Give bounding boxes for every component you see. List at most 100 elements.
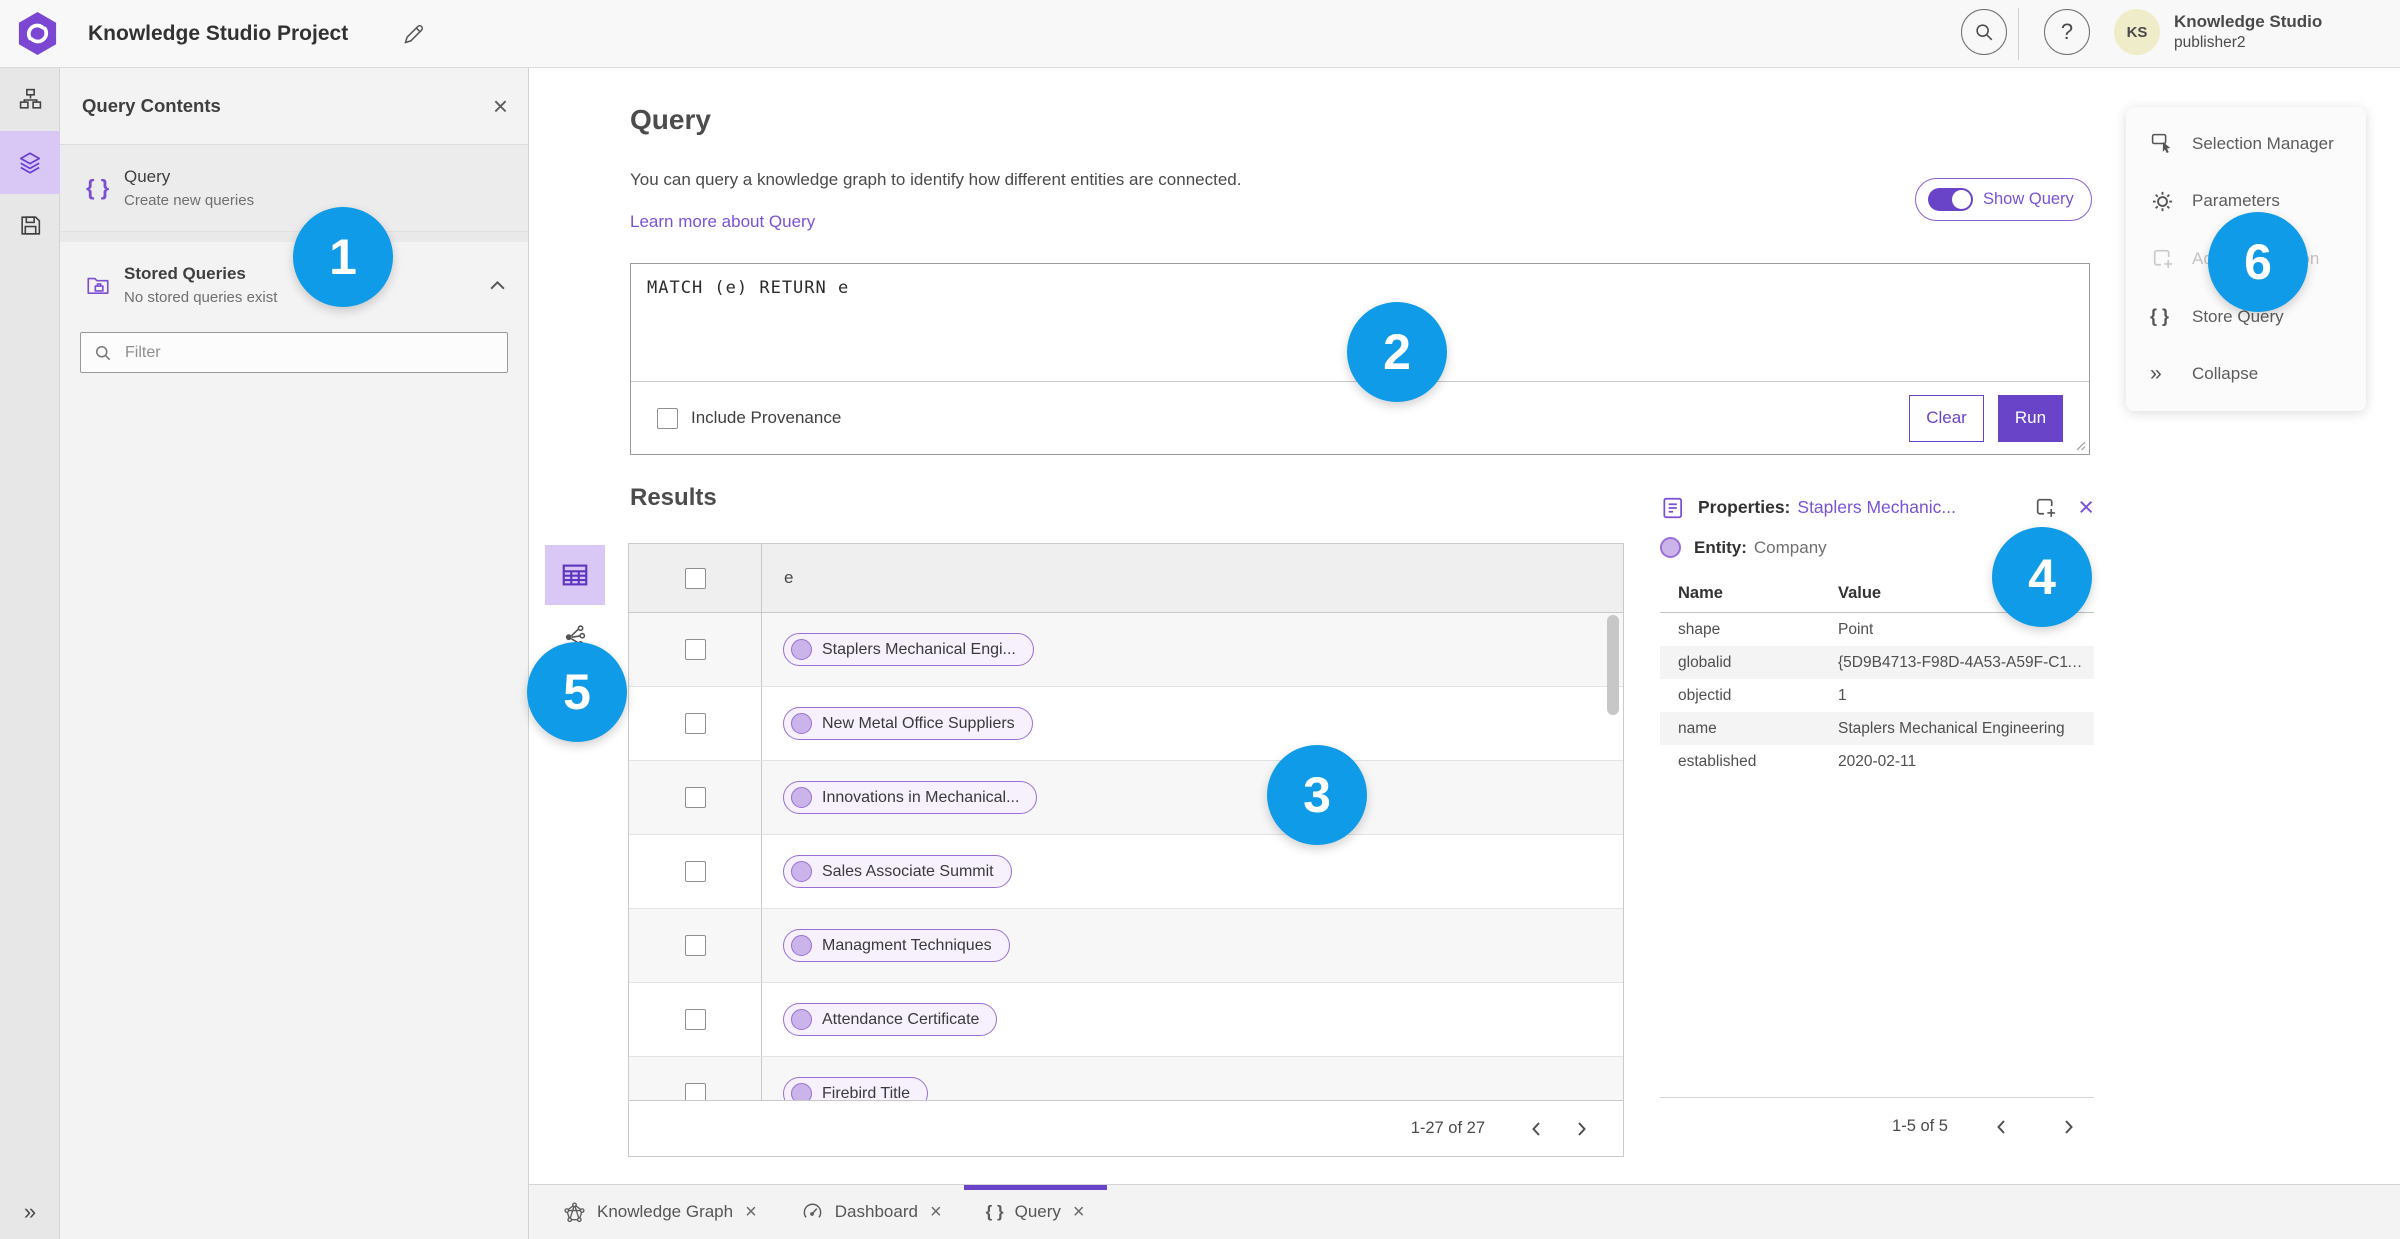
tab-query[interactable]: { } Query × xyxy=(964,1185,1107,1239)
row-checkbox[interactable] xyxy=(684,639,706,660)
properties-entity-link[interactable]: Staplers Mechanic... xyxy=(1797,497,1956,518)
toggle-switch[interactable] xyxy=(1928,188,1973,211)
table-scrollbar[interactable] xyxy=(1607,615,1619,715)
query-item-subtitle: Create new queries xyxy=(124,192,255,209)
app-logo-icon[interactable] xyxy=(14,10,61,57)
entity-chip-label: New Metal Office Suppliers xyxy=(822,714,1015,732)
filter-input[interactable] xyxy=(123,342,495,363)
entity-dot-icon xyxy=(791,1083,812,1100)
tab-knowledge-graph[interactable]: Knowledge Graph × xyxy=(541,1185,779,1239)
tab-label: Knowledge Graph xyxy=(597,1202,734,1221)
query-description: You can query a knowledge graph to ident… xyxy=(630,170,1242,189)
entity-dot-icon xyxy=(791,787,812,808)
table-row: Attendance Certificate xyxy=(629,983,1623,1057)
close-tab-icon[interactable]: × xyxy=(745,1202,757,1222)
clear-button[interactable]: Clear xyxy=(1909,394,1984,442)
results-prev-page-button[interactable] xyxy=(1515,1111,1559,1147)
entity-chip[interactable]: Firebird Title xyxy=(783,1077,929,1100)
run-button[interactable]: Run xyxy=(1998,394,2063,442)
row-checkbox[interactable] xyxy=(684,787,706,808)
collapse-chevrons-icon: » xyxy=(2150,362,2162,386)
section-gap xyxy=(60,232,528,242)
entity-chip[interactable]: Managment Techniques xyxy=(783,929,1010,962)
user-username: publisher2 xyxy=(2174,34,2246,52)
properties-pagination-text: 1-5 of 5 xyxy=(1892,1117,1948,1135)
query-item-title: Query xyxy=(124,167,171,186)
tab-dashboard[interactable]: Dashboard × xyxy=(779,1185,964,1239)
properties-label: Properties: xyxy=(1698,497,1791,517)
stored-queries-filter xyxy=(80,332,508,373)
expand-rail-button[interactable]: » xyxy=(0,1199,60,1225)
braces-icon: { } xyxy=(86,175,110,200)
contents-rail-button[interactable] xyxy=(0,131,60,194)
table-row: Innovations in Mechanical... xyxy=(629,761,1623,835)
collapse-item[interactable]: » Collapse xyxy=(2126,346,2366,402)
link-chart-rail-button[interactable] xyxy=(0,68,60,131)
show-query-toggle[interactable]: Show Query xyxy=(1915,178,2092,221)
entity-chip-label: Managment Techniques xyxy=(822,936,992,954)
property-row: established 2020-02-11 xyxy=(1660,745,2094,778)
value-column-header: Value xyxy=(1838,584,1882,602)
annotation-2: 2 xyxy=(1347,302,1447,402)
parameters-label: Parameters xyxy=(2192,191,2280,211)
knowledge-studio-app: Knowledge Studio Project ? KS Knowledge … xyxy=(0,0,2400,1239)
query-heading: Query xyxy=(630,104,711,135)
user-menu[interactable]: Knowledge Studio publisher2 xyxy=(2174,11,2322,53)
properties-prev-page-button[interactable] xyxy=(1980,1109,2024,1145)
close-tab-icon[interactable]: × xyxy=(930,1202,942,1222)
entity-dot-icon xyxy=(791,713,812,734)
property-name: globalid xyxy=(1678,653,1732,671)
name-column-header: Name xyxy=(1678,584,1723,602)
property-row: globalid {5D9B4713-F98D-4A53-A59F-C11... xyxy=(1660,646,2094,679)
entity-dot-icon xyxy=(791,1009,812,1030)
property-row: name Staplers Mechanical Engineering xyxy=(1660,712,2094,745)
property-value: 2020-02-11 xyxy=(1838,752,1917,770)
entity-chip[interactable]: Innovations in Mechanical... xyxy=(783,781,1038,814)
property-row: objectid 1 xyxy=(1660,679,2094,712)
entity-chip[interactable]: Attendance Certificate xyxy=(783,1003,998,1036)
row-checkbox[interactable] xyxy=(684,861,706,882)
close-tab-icon[interactable]: × xyxy=(1073,1202,1085,1222)
select-all-checkbox[interactable] xyxy=(684,567,706,589)
collapse-group-icon[interactable] xyxy=(489,280,506,291)
selection-manager-item[interactable]: Selection Manager xyxy=(2126,116,2366,172)
annotation-6: 6 xyxy=(2208,212,2308,312)
toggle-knob xyxy=(1952,190,1971,209)
gear-icon xyxy=(2150,189,2180,214)
results-pagination: 1-27 of 27 xyxy=(629,1100,1623,1156)
entity-chip-label: Staplers Mechanical Engi... xyxy=(822,640,1016,658)
annotation-3: 3 xyxy=(1267,745,1367,845)
show-query-label: Show Query xyxy=(1983,190,2074,208)
entity-chip[interactable]: Staplers Mechanical Engi... xyxy=(783,633,1034,666)
row-checkbox[interactable] xyxy=(684,1009,706,1030)
query-item[interactable]: { } Query Create new queries xyxy=(60,145,528,232)
row-checkbox[interactable] xyxy=(684,1083,706,1100)
include-provenance-checkbox[interactable] xyxy=(657,407,678,429)
add-to-selection-icon[interactable] xyxy=(2033,495,2058,520)
entity-chip[interactable]: New Metal Office Suppliers xyxy=(783,707,1033,740)
annotation-5: 5 xyxy=(527,642,627,742)
properties-next-page-button[interactable] xyxy=(2046,1109,2090,1145)
edit-title-icon[interactable] xyxy=(402,22,426,46)
table-row: Staplers Mechanical Engi... xyxy=(629,613,1623,687)
resize-handle-icon[interactable] xyxy=(2074,439,2086,451)
results-heading: Results xyxy=(630,484,717,511)
table-icon xyxy=(560,560,590,590)
row-checkbox[interactable] xyxy=(684,935,706,956)
properties-close-icon[interactable]: × xyxy=(2078,494,2094,521)
panel-close-icon[interactable]: × xyxy=(493,93,508,119)
selection-manager-label: Selection Manager xyxy=(2192,133,2334,153)
table-view-button[interactable] xyxy=(545,545,605,605)
row-checkbox[interactable] xyxy=(684,713,706,734)
save-rail-button[interactable] xyxy=(0,194,60,257)
entity-chip[interactable]: Sales Associate Summit xyxy=(783,855,1012,888)
entity-chip-label: Sales Associate Summit xyxy=(822,862,994,880)
entity-type: Company xyxy=(1753,537,1827,557)
user-avatar[interactable]: KS xyxy=(2114,9,2160,55)
help-button[interactable]: ? xyxy=(2044,9,2090,55)
results-next-page-button[interactable] xyxy=(1559,1111,1603,1147)
avatar-initials: KS xyxy=(2126,23,2148,41)
expand-chevrons-icon: » xyxy=(23,1199,37,1224)
learn-more-link[interactable]: Learn more about Query xyxy=(630,212,815,232)
search-button[interactable] xyxy=(1961,9,2007,55)
